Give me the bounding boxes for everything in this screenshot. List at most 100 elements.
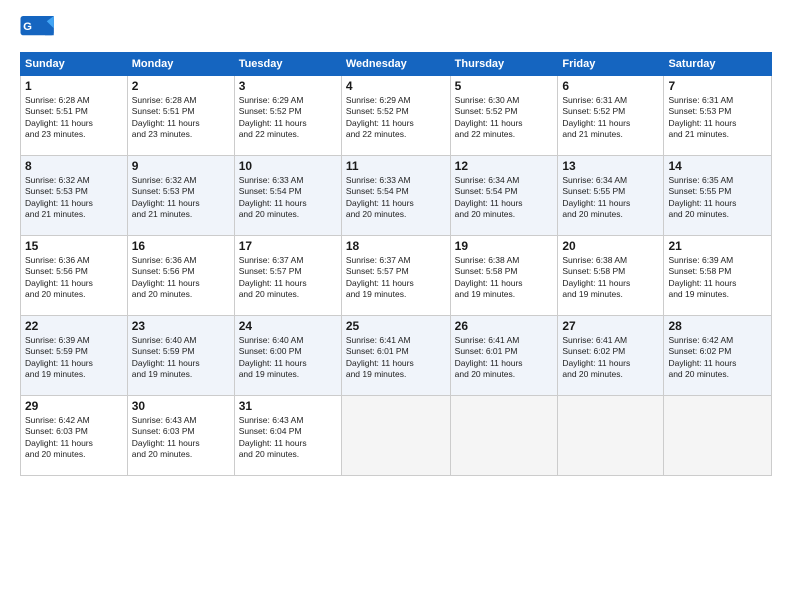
day-number: 27	[562, 319, 659, 333]
weekday-header-wednesday: Wednesday	[341, 53, 450, 76]
day-info: Sunrise: 6:36 AM Sunset: 5:56 PM Dayligh…	[132, 255, 230, 301]
calendar-cell: 16 Sunrise: 6:36 AM Sunset: 5:56 PM Dayli…	[127, 236, 234, 316]
calendar-week-4: 22Sunrise: 6:39 AM Sunset: 5:59 PM Dayli…	[21, 316, 772, 396]
calendar-cell: 23 Sunrise: 6:40 AM Sunset: 5:59 PM Dayli…	[127, 316, 234, 396]
day-info: Sunrise: 6:39 AM Sunset: 5:59 PM Dayligh…	[25, 335, 123, 381]
day-number: 30	[132, 399, 230, 413]
calendar-week-3: 15Sunrise: 6:36 AM Sunset: 5:56 PM Dayli…	[21, 236, 772, 316]
day-info: Sunrise: 6:30 AM Sunset: 5:52 PM Dayligh…	[455, 95, 554, 141]
calendar-cell	[558, 396, 664, 476]
calendar-cell: 20Sunrise: 6:38 AM Sunset: 5:58 PM Dayli…	[558, 236, 664, 316]
day-number: 11	[346, 159, 446, 173]
calendar-week-1: 1Sunrise: 6:28 AM Sunset: 5:51 PM Daylig…	[21, 76, 772, 156]
day-info: Sunrise: 6:35 AM Sunset: 5:55 PM Dayligh…	[668, 175, 767, 221]
day-info: Sunrise: 6:38 AM Sunset: 5:58 PM Dayligh…	[455, 255, 554, 301]
day-number: 24	[239, 319, 337, 333]
day-number: 23	[132, 319, 230, 333]
calendar-cell: 29 Sunrise: 6:42 AM Sunset: 6:03 PM Dayli…	[21, 396, 128, 476]
day-number: 16	[132, 239, 230, 253]
calendar-cell: 6Sunrise: 6:31 AM Sunset: 5:52 PM Daylig…	[558, 76, 664, 156]
weekday-header-friday: Friday	[558, 53, 664, 76]
calendar-cell: 28 Sunrise: 6:42 AM Sunset: 6:02 PM Dayli…	[664, 316, 772, 396]
header: G	[20, 16, 772, 44]
calendar-week-2: 8 Sunrise: 6:32 AM Sunset: 5:53 PM Daylig…	[21, 156, 772, 236]
weekday-header-sunday: Sunday	[21, 53, 128, 76]
calendar-cell: 14Sunrise: 6:35 AM Sunset: 5:55 PM Dayli…	[664, 156, 772, 236]
day-info: Sunrise: 6:36 AM Sunset: 5:56 PM Dayligh…	[25, 255, 123, 301]
calendar-cell: 31Sunrise: 6:43 AM Sunset: 6:04 PM Dayli…	[234, 396, 341, 476]
calendar-cell: 5 Sunrise: 6:30 AM Sunset: 5:52 PM Daylig…	[450, 76, 558, 156]
day-info: Sunrise: 6:40 AM Sunset: 5:59 PM Dayligh…	[132, 335, 230, 381]
weekday-row: SundayMondayTuesdayWednesdayThursdayFrid…	[21, 53, 772, 76]
weekday-header-tuesday: Tuesday	[234, 53, 341, 76]
day-info: Sunrise: 6:39 AM Sunset: 5:58 PM Dayligh…	[668, 255, 767, 301]
logo-icon: G	[20, 16, 56, 44]
day-number: 25	[346, 319, 446, 333]
calendar-cell: 13Sunrise: 6:34 AM Sunset: 5:55 PM Dayli…	[558, 156, 664, 236]
day-number: 17	[239, 239, 337, 253]
day-info: Sunrise: 6:31 AM Sunset: 5:53 PM Dayligh…	[668, 95, 767, 141]
day-number: 10	[239, 159, 337, 173]
calendar-cell	[450, 396, 558, 476]
day-info: Sunrise: 6:33 AM Sunset: 5:54 PM Dayligh…	[239, 175, 337, 221]
calendar-cell: 30Sunrise: 6:43 AM Sunset: 6:03 PM Dayli…	[127, 396, 234, 476]
calendar-cell: 3 Sunrise: 6:29 AM Sunset: 5:52 PM Daylig…	[234, 76, 341, 156]
day-info: Sunrise: 6:41 AM Sunset: 6:01 PM Dayligh…	[346, 335, 446, 381]
day-number: 2	[132, 79, 230, 93]
calendar-cell: 26 Sunrise: 6:41 AM Sunset: 6:01 PM Dayli…	[450, 316, 558, 396]
day-number: 19	[455, 239, 554, 253]
day-number: 3	[239, 79, 337, 93]
day-info: Sunrise: 6:29 AM Sunset: 5:52 PM Dayligh…	[346, 95, 446, 141]
weekday-header-saturday: Saturday	[664, 53, 772, 76]
day-number: 8	[25, 159, 123, 173]
calendar-cell: 12 Sunrise: 6:34 AM Sunset: 5:54 PM Dayli…	[450, 156, 558, 236]
calendar-body: 1Sunrise: 6:28 AM Sunset: 5:51 PM Daylig…	[21, 76, 772, 476]
calendar-cell: 8 Sunrise: 6:32 AM Sunset: 5:53 PM Daylig…	[21, 156, 128, 236]
day-number: 21	[668, 239, 767, 253]
svg-text:G: G	[23, 21, 32, 33]
calendar-cell: 9Sunrise: 6:32 AM Sunset: 5:53 PM Daylig…	[127, 156, 234, 236]
day-info: Sunrise: 6:34 AM Sunset: 5:54 PM Dayligh…	[455, 175, 554, 221]
calendar-cell	[341, 396, 450, 476]
day-info: Sunrise: 6:34 AM Sunset: 5:55 PM Dayligh…	[562, 175, 659, 221]
day-info: Sunrise: 6:43 AM Sunset: 6:04 PM Dayligh…	[239, 415, 337, 461]
day-info: Sunrise: 6:32 AM Sunset: 5:53 PM Dayligh…	[132, 175, 230, 221]
calendar-cell: 18Sunrise: 6:37 AM Sunset: 5:57 PM Dayli…	[341, 236, 450, 316]
logo: G	[20, 16, 58, 44]
day-info: Sunrise: 6:41 AM Sunset: 6:02 PM Dayligh…	[562, 335, 659, 381]
calendar-cell: 7Sunrise: 6:31 AM Sunset: 5:53 PM Daylig…	[664, 76, 772, 156]
calendar-cell: 1Sunrise: 6:28 AM Sunset: 5:51 PM Daylig…	[21, 76, 128, 156]
calendar-week-5: 29 Sunrise: 6:42 AM Sunset: 6:03 PM Dayli…	[21, 396, 772, 476]
calendar-cell: 22Sunrise: 6:39 AM Sunset: 5:59 PM Dayli…	[21, 316, 128, 396]
calendar-cell: 10 Sunrise: 6:33 AM Sunset: 5:54 PM Dayli…	[234, 156, 341, 236]
day-number: 28	[668, 319, 767, 333]
calendar-cell: 19 Sunrise: 6:38 AM Sunset: 5:58 PM Dayli…	[450, 236, 558, 316]
calendar-cell	[664, 396, 772, 476]
day-number: 26	[455, 319, 554, 333]
day-number: 18	[346, 239, 446, 253]
calendar-cell: 17Sunrise: 6:37 AM Sunset: 5:57 PM Dayli…	[234, 236, 341, 316]
day-info: Sunrise: 6:33 AM Sunset: 5:54 PM Dayligh…	[346, 175, 446, 221]
calendar-cell: 25 Sunrise: 6:41 AM Sunset: 6:01 PM Dayli…	[341, 316, 450, 396]
day-info: Sunrise: 6:32 AM Sunset: 5:53 PM Dayligh…	[25, 175, 123, 221]
day-info: Sunrise: 6:42 AM Sunset: 6:03 PM Dayligh…	[25, 415, 123, 461]
calendar-cell: 21 Sunrise: 6:39 AM Sunset: 5:58 PM Dayli…	[664, 236, 772, 316]
calendar-table: SundayMondayTuesdayWednesdayThursdayFrid…	[20, 52, 772, 476]
day-number: 12	[455, 159, 554, 173]
calendar-cell: 15Sunrise: 6:36 AM Sunset: 5:56 PM Dayli…	[21, 236, 128, 316]
weekday-header-monday: Monday	[127, 53, 234, 76]
day-info: Sunrise: 6:41 AM Sunset: 6:01 PM Dayligh…	[455, 335, 554, 381]
day-info: Sunrise: 6:31 AM Sunset: 5:52 PM Dayligh…	[562, 95, 659, 141]
calendar-cell: 24 Sunrise: 6:40 AM Sunset: 6:00 PM Dayli…	[234, 316, 341, 396]
day-number: 20	[562, 239, 659, 253]
calendar-header: SundayMondayTuesdayWednesdayThursdayFrid…	[21, 53, 772, 76]
calendar-cell: 27 Sunrise: 6:41 AM Sunset: 6:02 PM Dayli…	[558, 316, 664, 396]
day-info: Sunrise: 6:40 AM Sunset: 6:00 PM Dayligh…	[239, 335, 337, 381]
day-info: Sunrise: 6:42 AM Sunset: 6:02 PM Dayligh…	[668, 335, 767, 381]
weekday-header-thursday: Thursday	[450, 53, 558, 76]
day-number: 5	[455, 79, 554, 93]
day-info: Sunrise: 6:29 AM Sunset: 5:52 PM Dayligh…	[239, 95, 337, 141]
day-number: 29	[25, 399, 123, 413]
calendar-cell: 2 Sunrise: 6:28 AM Sunset: 5:51 PM Daylig…	[127, 76, 234, 156]
day-info: Sunrise: 6:28 AM Sunset: 5:51 PM Dayligh…	[132, 95, 230, 141]
